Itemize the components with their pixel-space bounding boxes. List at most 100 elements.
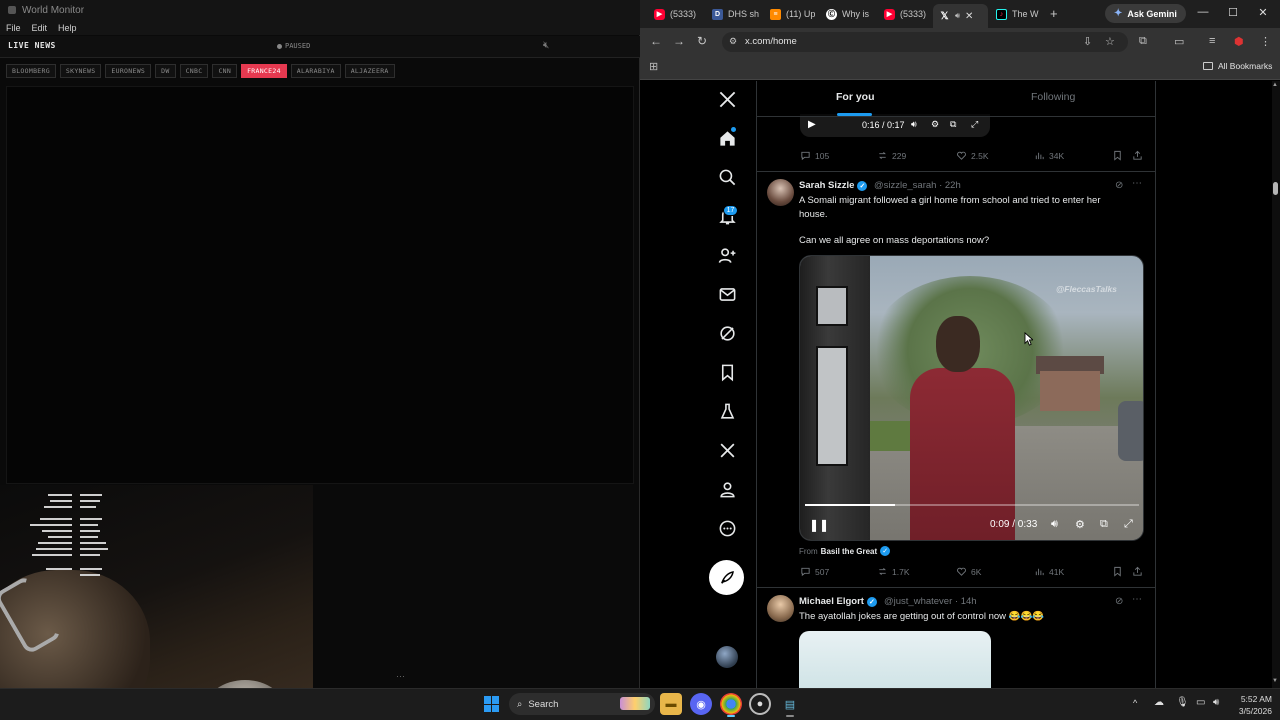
tab-following[interactable]: Following: [1031, 91, 1075, 103]
video-source-attribution[interactable]: From Basil the Great ✓: [799, 546, 891, 556]
messages-envelope-icon[interactable]: [714, 281, 740, 307]
channel-bloomberg[interactable]: BLOOMBERG: [6, 64, 56, 78]
profile-icon[interactable]: ⬢: [1234, 35, 1244, 48]
play-icon[interactable]: ▶: [808, 119, 816, 130]
speaker-icon[interactable]: 🔊︎: [955, 11, 960, 21]
install-app-icon[interactable]: ⇩: [1083, 35, 1092, 48]
file-explorer-icon[interactable]: ▬: [660, 693, 682, 715]
tab-for-you[interactable]: For you: [836, 91, 875, 103]
chrome-icon[interactable]: [720, 693, 742, 715]
volume-tray-icon[interactable]: 🔊︎: [1213, 697, 1219, 708]
reading-list-icon[interactable]: ▭: [1174, 35, 1184, 48]
reload-icon[interactable]: ↻: [697, 34, 707, 48]
media-control-icon[interactable]: ≡: [1209, 35, 1215, 47]
channel-alarabiya[interactable]: ALARABIYA: [290, 64, 341, 78]
share-button[interactable]: [1132, 150, 1143, 161]
video-progress-fill[interactable]: [805, 504, 896, 506]
account-avatar[interactable]: [716, 646, 738, 668]
ask-gemini-button[interactable]: ✦ Ask Gemini: [1105, 4, 1186, 23]
scrollbar-thumb[interactable]: [1273, 182, 1278, 195]
share-button[interactable]: [1132, 566, 1143, 577]
views-button[interactable]: 41K: [1034, 566, 1064, 577]
all-bookmarks-button[interactable]: All Bookmarks: [1203, 61, 1272, 71]
repost-button[interactable]: 229: [877, 150, 906, 161]
more-options-icon[interactable]: ⋯: [1132, 594, 1142, 605]
terminal-app-icon[interactable]: ▤: [779, 693, 801, 715]
channel-dw[interactable]: DW: [155, 64, 176, 78]
fullscreen-icon[interactable]: ⤢: [971, 119, 978, 130]
channel-aljazeera[interactable]: ALJAZEERA: [344, 64, 395, 78]
volume-icon[interactable]: 🔊︎: [911, 119, 917, 130]
reply-button[interactable]: 507: [800, 566, 829, 577]
menu-edit[interactable]: Edit: [32, 23, 48, 33]
cloud-icon[interactable]: ☁: [1154, 697, 1164, 708]
resize-handle-icon[interactable]: ⋯: [396, 671, 405, 682]
volume-icon[interactable]: 🔊︎: [1051, 518, 1058, 531]
more-circle-icon[interactable]: [714, 515, 740, 541]
bookmark-button[interactable]: [1112, 150, 1123, 161]
bookmark-button[interactable]: [1112, 566, 1123, 577]
like-button[interactable]: 6K: [956, 566, 981, 577]
extensions-icon[interactable]: ⧉: [1139, 35, 1147, 48]
profile-person-icon[interactable]: [714, 476, 740, 502]
channel-france24[interactable]: FRANCE24: [241, 64, 287, 78]
obs-icon[interactable]: ●: [749, 693, 771, 715]
page-scrollbar[interactable]: [1272, 81, 1280, 688]
grok-icon[interactable]: [714, 320, 740, 346]
back-icon[interactable]: ←: [650, 34, 662, 48]
scroll-down-icon[interactable]: ▼: [1272, 678, 1278, 684]
microphone-icon[interactable]: 🎙︎: [1176, 697, 1189, 708]
picture-in-picture-icon[interactable]: ⧉: [1100, 518, 1108, 531]
author-name[interactable]: Sarah Sizzle ✓: [799, 180, 868, 191]
channel-cnn[interactable]: CNN: [212, 64, 238, 78]
tab-why[interactable]: Ⓒ Why is: [820, 4, 876, 24]
like-button[interactable]: 2.5K: [956, 150, 989, 161]
taskbar-clock[interactable]: 5:52 AM 3/5/2026: [1228, 693, 1272, 717]
home-icon[interactable]: [714, 125, 740, 151]
x-logo-icon[interactable]: [714, 86, 740, 112]
grok-analyze-icon[interactable]: ⊘: [1115, 180, 1123, 191]
author-handle[interactable]: @sizzle_sarah · 22h: [874, 180, 961, 191]
channel-euronews[interactable]: EURONEWS: [105, 64, 152, 78]
bookmark-star-icon[interactable]: ☆: [1105, 35, 1115, 48]
tweet-video-player[interactable]: [799, 255, 1144, 541]
tweet-image[interactable]: [799, 631, 991, 691]
settings-gear-icon[interactable]: ⚙: [931, 119, 939, 130]
live-news-player[interactable]: [6, 86, 634, 484]
close-window-icon[interactable]: ✕: [1253, 6, 1273, 19]
paused-status[interactable]: PAUSED: [277, 42, 310, 50]
repost-button[interactable]: 1.7K: [877, 566, 910, 577]
tab-dhs[interactable]: D DHS sh: [706, 4, 762, 24]
avatar[interactable]: [767, 595, 794, 622]
mute-icon[interactable]: 🔇︎: [543, 40, 549, 51]
follow-add-person-icon[interactable]: [714, 242, 740, 268]
compose-post-button[interactable]: [709, 560, 744, 595]
reply-button[interactable]: 105: [800, 150, 829, 161]
browser-menu-icon[interactable]: ⋮: [1260, 35, 1271, 48]
grok-analyze-icon[interactable]: ⊘: [1115, 596, 1123, 607]
views-button[interactable]: 34K: [1034, 150, 1064, 161]
discord-icon[interactable]: ◉: [690, 693, 712, 715]
tab-youtube-2[interactable]: ▶ (5333): [878, 4, 934, 24]
pause-icon[interactable]: ❚❚: [809, 518, 829, 532]
explore-search-icon[interactable]: [714, 164, 740, 190]
author-handle[interactable]: @just_whatever · 14h: [884, 596, 977, 607]
minimize-icon[interactable]: —: [1193, 6, 1213, 18]
author-name[interactable]: Michael Elgort ✓: [799, 596, 877, 607]
menu-file[interactable]: File: [6, 23, 21, 33]
apps-grid-icon[interactable]: ⊞: [649, 60, 658, 73]
forward-icon[interactable]: →: [673, 34, 685, 48]
bookmarks-icon[interactable]: [714, 359, 740, 385]
maximize-icon[interactable]: ☐: [1223, 6, 1243, 19]
network-icon[interactable]: ▭: [1196, 697, 1205, 708]
fullscreen-icon[interactable]: ⤢: [1124, 518, 1133, 531]
tab-tiktok[interactable]: ♪ The W: [990, 4, 1042, 24]
tab-x-active[interactable]: 𝕏 🔊︎ ✕: [933, 4, 988, 28]
windows-start-icon[interactable]: [484, 696, 500, 712]
settings-gear-icon[interactable]: ⚙: [1075, 518, 1085, 531]
tab-youtube-1[interactable]: ▶ (5333): [648, 4, 704, 24]
channel-skynews[interactable]: SKYNEWS: [59, 64, 102, 78]
tab-substack[interactable]: ≡ (11) Up: [764, 4, 820, 24]
url-text[interactable]: x.com/home: [745, 36, 797, 47]
avatar[interactable]: [767, 179, 794, 206]
